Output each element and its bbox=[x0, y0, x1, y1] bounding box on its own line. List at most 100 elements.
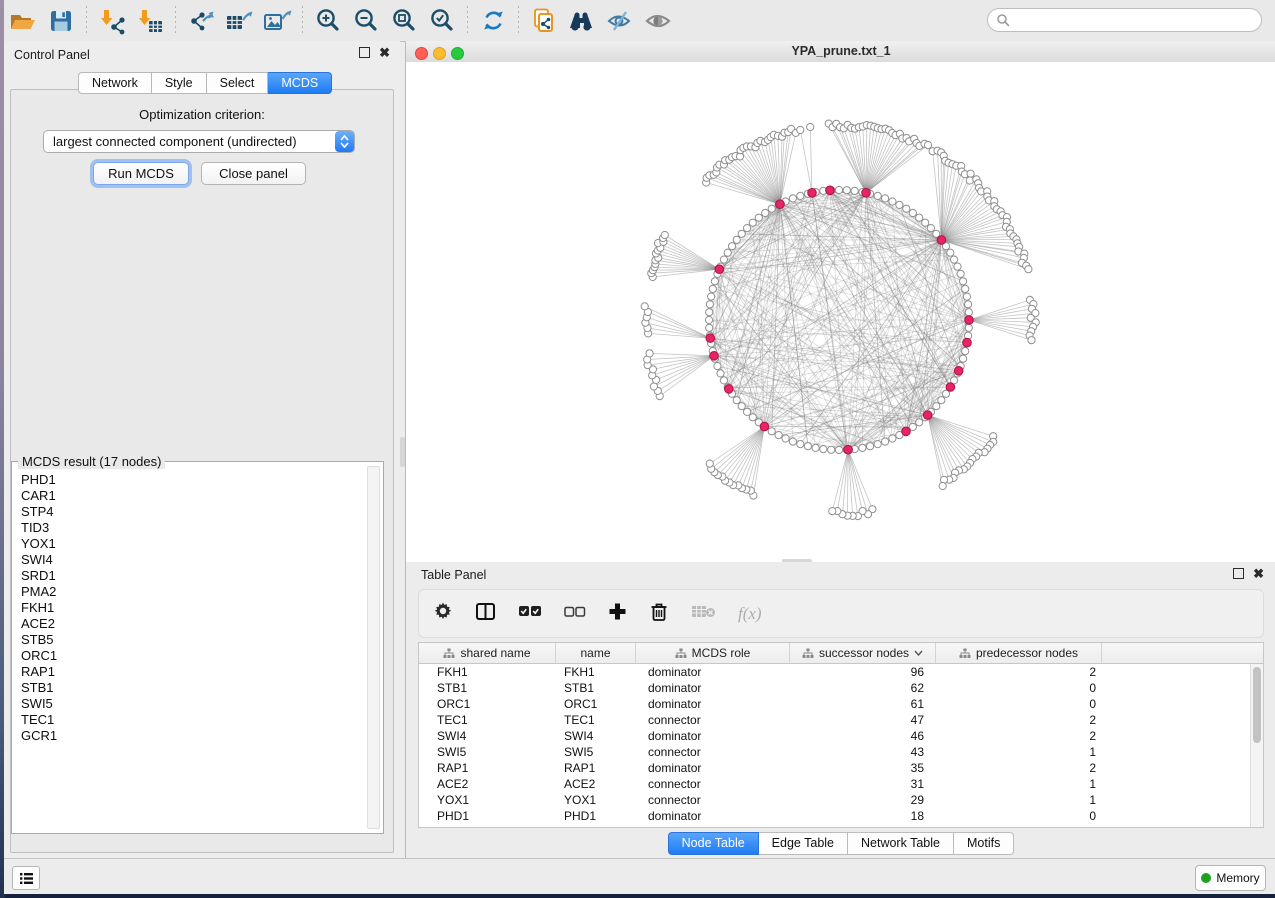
graph-node[interactable] bbox=[789, 438, 796, 445]
graph-node[interactable] bbox=[859, 444, 866, 451]
graph-node[interactable] bbox=[828, 446, 835, 453]
graph-leaf-node[interactable] bbox=[661, 231, 668, 238]
graph-mcds-hub-node[interactable] bbox=[706, 334, 715, 343]
graph-node[interactable] bbox=[965, 301, 972, 308]
graph-node[interactable] bbox=[812, 444, 819, 451]
float-table-panel-icon[interactable] bbox=[1233, 568, 1244, 579]
export-network-button[interactable] bbox=[182, 4, 220, 38]
graph-leaf-node[interactable] bbox=[967, 170, 974, 177]
new-network-from-selection-button[interactable] bbox=[525, 4, 563, 38]
graph-mcds-hub-node[interactable] bbox=[710, 352, 719, 361]
graph-leaf-node[interactable] bbox=[807, 123, 814, 130]
export-image-button[interactable] bbox=[258, 4, 296, 38]
graph-node[interactable] bbox=[768, 205, 775, 212]
mcds-result-item[interactable]: ORC1 bbox=[21, 648, 367, 664]
graph-mcds-hub-node[interactable] bbox=[760, 422, 769, 431]
graph-node[interactable] bbox=[951, 256, 958, 263]
graph-leaf-node[interactable] bbox=[1028, 337, 1035, 344]
graph-node[interactable] bbox=[705, 316, 712, 323]
graph-node[interactable] bbox=[960, 278, 967, 285]
graph-node[interactable] bbox=[782, 435, 789, 442]
graph-leaf-node[interactable] bbox=[646, 350, 653, 357]
graph-node[interactable] bbox=[749, 414, 756, 421]
graph-node[interactable] bbox=[744, 408, 751, 415]
run-mcds-button[interactable]: Run MCDS bbox=[93, 162, 189, 185]
graph-node[interactable] bbox=[706, 309, 713, 316]
graph-node[interactable] bbox=[889, 198, 896, 205]
mcds-result-item[interactable]: TID3 bbox=[21, 520, 367, 536]
close-table-panel-icon[interactable]: ✖ bbox=[1253, 569, 1264, 578]
graph-node[interactable] bbox=[960, 355, 967, 362]
graph-mcds-hub-node[interactable] bbox=[937, 236, 946, 245]
mcds-result-item[interactable]: SWI5 bbox=[21, 696, 367, 712]
graph-leaf-node[interactable] bbox=[706, 460, 713, 467]
graph-mcds-hub-node[interactable] bbox=[844, 445, 853, 454]
graph-node[interactable] bbox=[804, 443, 811, 450]
zoom-fit-button[interactable] bbox=[385, 4, 423, 38]
graph-node[interactable] bbox=[755, 214, 762, 221]
mcds-result-item[interactable]: FKH1 bbox=[21, 600, 367, 616]
graph-node[interactable] bbox=[954, 263, 961, 270]
function-builder-button[interactable]: f(x) bbox=[738, 604, 762, 624]
graph-node[interactable] bbox=[789, 195, 796, 202]
graph-leaf-node[interactable] bbox=[797, 126, 804, 133]
graph-node[interactable] bbox=[927, 225, 934, 232]
table-scrollbar-thumb[interactable] bbox=[1253, 667, 1261, 743]
graph-node[interactable] bbox=[957, 270, 964, 277]
graph-node[interactable] bbox=[922, 219, 929, 226]
graph-node[interactable] bbox=[706, 324, 713, 331]
tab-select[interactable]: Select bbox=[207, 72, 269, 94]
optimization-criterion-select[interactable]: largest connected component (undirected) bbox=[43, 130, 355, 153]
graph-mcds-hub-node[interactable] bbox=[715, 265, 724, 274]
mcds-result-item[interactable]: STP4 bbox=[21, 504, 367, 520]
table-settings-button[interactable] bbox=[433, 601, 453, 626]
graph-node[interactable] bbox=[744, 225, 751, 232]
graph-leaf-node[interactable] bbox=[966, 177, 973, 184]
table-row[interactable]: STB1STB1dominator620 bbox=[419, 680, 1251, 696]
close-panel-button[interactable]: Close panel bbox=[201, 162, 306, 185]
graph-node[interactable] bbox=[874, 192, 881, 199]
graph-node[interactable] bbox=[896, 201, 903, 208]
mcds-result-item[interactable]: RAP1 bbox=[21, 664, 367, 680]
zoom-out-button[interactable] bbox=[347, 4, 385, 38]
graph-node[interactable] bbox=[909, 209, 916, 216]
graph-node[interactable] bbox=[733, 397, 740, 404]
table-row[interactable]: SWI4SWI4dominator462 bbox=[419, 728, 1251, 744]
mcds-result-item[interactable]: STB1 bbox=[21, 680, 367, 696]
graph-node[interactable] bbox=[933, 403, 940, 410]
show-panels-button[interactable] bbox=[12, 866, 40, 890]
graph-mcds-hub-node[interactable] bbox=[808, 189, 817, 198]
graph-mcds-hub-node[interactable] bbox=[965, 316, 974, 325]
column-header-name[interactable]: name bbox=[556, 643, 636, 663]
import-table-button[interactable] bbox=[131, 4, 169, 38]
mcds-result-item[interactable]: PHD1 bbox=[21, 472, 367, 488]
graph-node[interactable] bbox=[835, 446, 842, 453]
mcds-result-item[interactable]: PMA2 bbox=[21, 584, 367, 600]
tab-network[interactable]: Network bbox=[78, 72, 152, 94]
zoom-selected-button[interactable] bbox=[423, 4, 461, 38]
table-row[interactable]: FKH1FKH1dominator962 bbox=[419, 664, 1251, 680]
hide-selected-button[interactable] bbox=[601, 4, 639, 38]
graph-leaf-node[interactable] bbox=[829, 508, 836, 515]
graph-leaf-node[interactable] bbox=[939, 482, 946, 489]
graph-node[interactable] bbox=[963, 293, 970, 300]
delete-table-button[interactable] bbox=[691, 603, 716, 624]
graph-leaf-node[interactable] bbox=[641, 303, 648, 310]
table-row[interactable]: TEC1TEC1connector472 bbox=[419, 712, 1251, 728]
graph-node[interactable] bbox=[768, 428, 775, 435]
add-column-button[interactable] bbox=[608, 602, 627, 626]
column-header-successor-nodes[interactable]: successor nodes bbox=[790, 643, 936, 663]
column-header-MCDS-role[interactable]: MCDS role bbox=[636, 643, 790, 663]
graph-node[interactable] bbox=[728, 243, 735, 250]
graph-node[interactable] bbox=[835, 186, 842, 193]
graph-node[interactable] bbox=[709, 285, 716, 292]
delete-column-button[interactable] bbox=[649, 601, 669, 627]
graph-node[interactable] bbox=[947, 249, 954, 256]
mcds-result-item[interactable]: SRD1 bbox=[21, 568, 367, 584]
graph-node[interactable] bbox=[916, 214, 923, 221]
graph-node[interactable] bbox=[820, 446, 827, 453]
graph-mcds-hub-node[interactable] bbox=[946, 383, 955, 392]
select-all-rows-button[interactable] bbox=[518, 605, 542, 623]
graph-mcds-hub-node[interactable] bbox=[826, 186, 835, 195]
graph-mcds-hub-node[interactable] bbox=[954, 367, 963, 376]
